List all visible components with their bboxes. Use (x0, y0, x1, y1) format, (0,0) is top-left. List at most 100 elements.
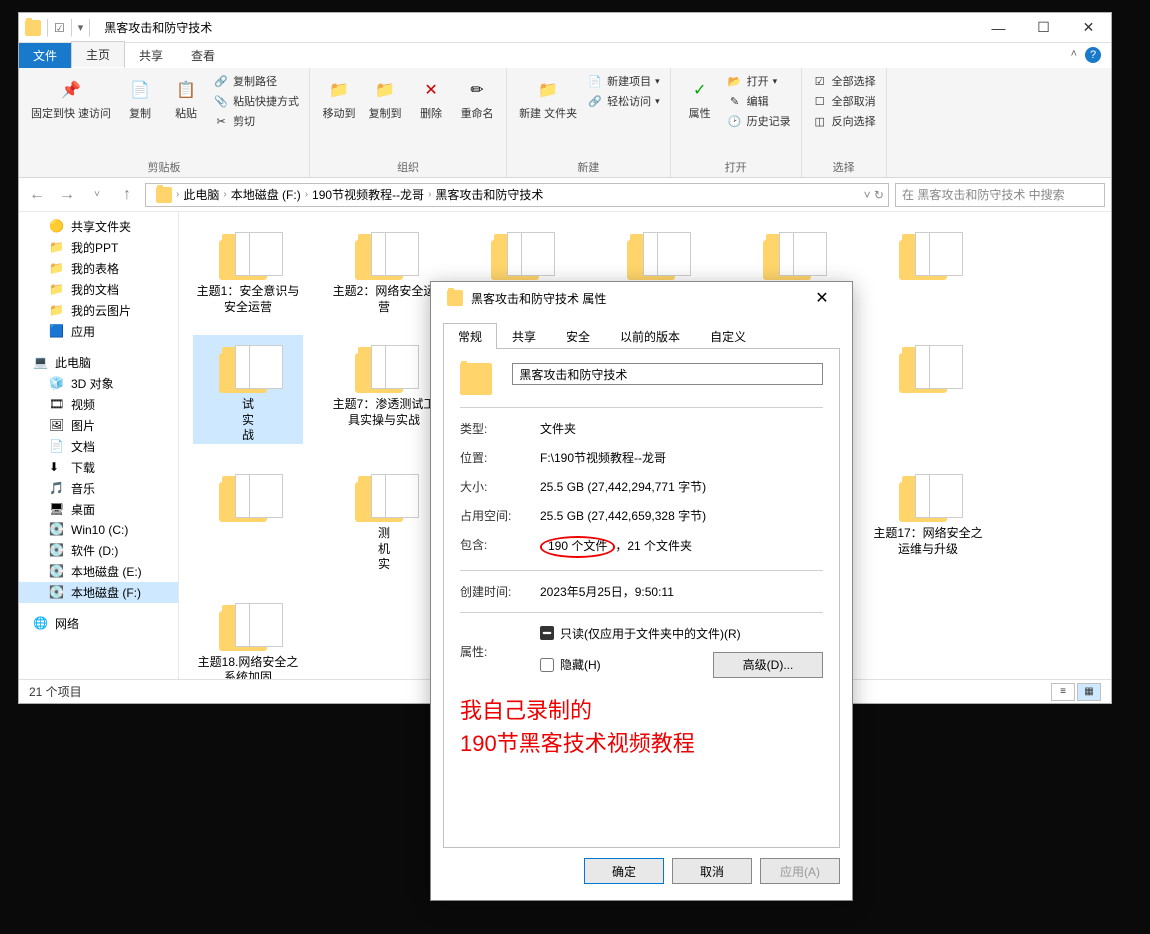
view-details-button[interactable]: ≡ (1051, 683, 1075, 701)
tab-view[interactable]: 查看 (177, 43, 229, 68)
tree-item[interactable]: 📁我的云图片 (19, 300, 178, 321)
tree-item[interactable]: 🟦应用 (19, 321, 178, 342)
nav-up-button[interactable]: ↑ (115, 183, 139, 207)
folder-icon: 📁 (49, 303, 65, 319)
folder-label: 主题18.网络安全之系统加固 (193, 655, 303, 679)
quick-access-save-icon[interactable]: ☑ (54, 21, 65, 35)
nav-back-button[interactable]: ← (25, 183, 49, 207)
status-item-count: 21 个项目 (29, 683, 82, 700)
folder-icon (885, 335, 971, 393)
folder-item[interactable]: 试实战 (193, 335, 303, 444)
hidden-checkbox[interactable] (540, 658, 554, 672)
download-icon: ⬇ (49, 460, 65, 476)
apply-button[interactable]: 应用(A) (760, 858, 840, 884)
tree-item[interactable]: 🌐网络 (19, 613, 178, 634)
crumb-this-pc[interactable]: 此电脑 (179, 186, 223, 203)
invert-selection-button[interactable]: ◫反向选择 (810, 112, 878, 130)
tab-share[interactable]: 共享 (125, 43, 177, 68)
tree-item[interactable]: 🖥桌面 (19, 499, 178, 520)
prop-size: 25.5 GB (27,442,294,771 字节) (540, 478, 823, 495)
tab-customize[interactable]: 自定义 (695, 323, 761, 349)
help-icon[interactable]: ? (1085, 47, 1101, 63)
close-button[interactable]: ✕ (1066, 14, 1111, 42)
folder-label: 主题7：渗透测试工具实操与实战 (329, 397, 439, 428)
nav-forward-button[interactable]: → (55, 183, 79, 207)
move-to-button[interactable]: 📁移动到 (318, 72, 360, 123)
tab-sharing[interactable]: 共享 (497, 323, 551, 349)
tree-item[interactable]: 💻此电脑 (19, 352, 178, 373)
folder-item[interactable]: 主题1：安全意识与安全运营 (193, 222, 303, 315)
minimize-button[interactable]: ― (976, 14, 1021, 42)
tree-item[interactable]: 📁我的文档 (19, 279, 178, 300)
paste-button[interactable]: 📋粘贴 (165, 72, 207, 123)
readonly-checkbox[interactable] (540, 626, 554, 640)
tree-item[interactable]: 📁我的PPT (19, 237, 178, 258)
tab-home[interactable]: 主页 (71, 41, 125, 68)
select-none-button[interactable]: ☐全部取消 (810, 92, 878, 110)
tab-previous[interactable]: 以前的版本 (605, 323, 695, 349)
tree-item[interactable]: 🎵音乐 (19, 478, 178, 499)
edit-button[interactable]: ✎编辑 (725, 92, 793, 110)
tab-file[interactable]: 文件 (19, 43, 71, 68)
tree-item[interactable]: 💽Win10 (C:) (19, 520, 178, 540)
folder-item[interactable]: 主题18.网络安全之系统加固 (193, 593, 303, 679)
tree-item[interactable]: 🖼图片 (19, 415, 178, 436)
easy-access-button[interactable]: 🔗轻松访问 ▾ (585, 92, 662, 110)
new-item-button[interactable]: 📄新建项目 ▾ (585, 72, 662, 90)
nav-tree[interactable]: 🟡共享文件夹📁我的PPT📁我的表格📁我的文档📁我的云图片🟦应用 💻此电脑🧊3D 对… (19, 212, 179, 679)
select-all-button[interactable]: ☑全部选择 (810, 72, 878, 90)
nav-history-button[interactable]: ˅ (85, 183, 109, 207)
3d-icon: 🧊 (49, 376, 65, 392)
copy-to-button[interactable]: 📁复制到 (364, 72, 406, 123)
tree-item[interactable]: 💽软件 (D:) (19, 540, 178, 561)
pin-button[interactable]: 📌固定到快 速访问 (27, 72, 115, 123)
properties-button[interactable]: ✓属性 (679, 72, 721, 123)
disk-icon: 💽 (49, 564, 65, 580)
annotation-text: 我自己录制的 190节黑客技术视频教程 (460, 694, 823, 760)
rename-button[interactable]: ✏重命名 (456, 72, 498, 123)
big-folder-icon (460, 363, 492, 395)
tree-item[interactable]: 📄文档 (19, 436, 178, 457)
titlebar[interactable]: ☑ ▾ 黑客攻击和防守技术 ― ☐ ✕ (19, 13, 1111, 43)
folder-icon (885, 222, 971, 280)
dialog-close-button[interactable]: ✕ (802, 284, 842, 312)
new-folder-button[interactable]: 📁新建 文件夹 (515, 72, 581, 123)
folder-item[interactable]: 主题17：网络安全之运维与升级 (873, 464, 983, 573)
delete-button[interactable]: ✕删除 (410, 72, 452, 123)
crumb-course[interactable]: 190节视频教程--龙哥 (308, 186, 428, 203)
advanced-button[interactable]: 高级(D)... (713, 652, 823, 678)
folder-name-input[interactable] (512, 363, 823, 385)
tree-item[interactable]: 💽本地磁盘 (F:) (19, 582, 178, 603)
breadcrumb[interactable]: › 此电脑› 本地磁盘 (F:)› 190节视频教程--龙哥› 黑客攻击和防守技… (145, 183, 889, 207)
maximize-button[interactable]: ☐ (1021, 14, 1066, 42)
search-input[interactable]: 在 黑客攻击和防守技术 中搜索 (895, 183, 1105, 207)
folder-item[interactable]: 测机实 (329, 464, 439, 573)
history-button[interactable]: 🕑历史记录 (725, 112, 793, 130)
tree-item[interactable]: 🎞视频 (19, 394, 178, 415)
crumb-disk-f[interactable]: 本地磁盘 (F:) (227, 186, 305, 203)
tree-item[interactable]: 🟡共享文件夹 (19, 216, 178, 237)
open-button[interactable]: 📂打开 ▾ (725, 72, 793, 90)
folder-item[interactable] (873, 222, 983, 315)
cancel-button[interactable]: 取消 (672, 858, 752, 884)
tab-security[interactable]: 安全 (551, 323, 605, 349)
paste-shortcut-button[interactable]: 📎粘贴快捷方式 (211, 92, 301, 110)
folder-item[interactable] (193, 464, 303, 573)
copy-path-button[interactable]: 🔗复制路径 (211, 72, 301, 90)
folder-item[interactable]: 主题2：网络安全运营 (329, 222, 439, 315)
cut-button[interactable]: ✂剪切 (211, 112, 301, 130)
tree-item[interactable]: 📁我的表格 (19, 258, 178, 279)
crumb-current[interactable]: 黑客攻击和防守技术 (431, 186, 547, 203)
folder-item[interactable]: 主题7：渗透测试工具实操与实战 (329, 335, 439, 444)
tree-item[interactable]: 💽本地磁盘 (E:) (19, 561, 178, 582)
tree-item[interactable]: ⬇下载 (19, 457, 178, 478)
tree-item[interactable]: 🧊3D 对象 (19, 373, 178, 394)
ribbon-collapse-icon[interactable]: ˄ (1071, 48, 1077, 60)
network-icon: 🌐 (33, 616, 49, 632)
view-icons-button[interactable]: ▦ (1077, 683, 1101, 701)
folder-item[interactable] (873, 335, 983, 444)
copy-button[interactable]: 📄复制 (119, 72, 161, 123)
ok-button[interactable]: 确定 (584, 858, 664, 884)
tab-general[interactable]: 常规 (443, 323, 497, 349)
dialog-titlebar[interactable]: 黑客攻击和防守技术 属性 ✕ (431, 282, 852, 314)
